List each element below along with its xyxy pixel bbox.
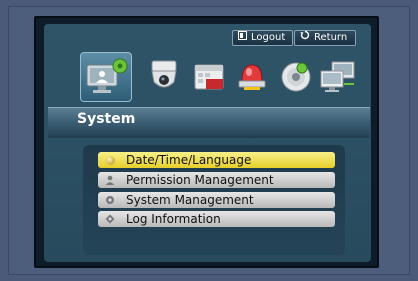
menu-item-date-time-language[interactable]: Date/Time/Language bbox=[98, 152, 335, 168]
return-label: Return bbox=[314, 32, 348, 43]
log-icon bbox=[102, 214, 118, 224]
menu-icon-row bbox=[80, 52, 360, 104]
user-icon bbox=[102, 175, 118, 185]
tab-disk[interactable] bbox=[276, 52, 316, 102]
disk-icon bbox=[281, 62, 311, 92]
logout-button[interactable]: Logout bbox=[232, 30, 293, 46]
gear-icon bbox=[102, 195, 118, 205]
globe-icon bbox=[102, 155, 118, 165]
record-icon bbox=[194, 64, 224, 90]
network-icon bbox=[320, 61, 355, 92]
menu-item-label: Date/Time/Language bbox=[126, 153, 252, 167]
tab-network[interactable] bbox=[316, 52, 360, 102]
tab-system[interactable] bbox=[80, 52, 132, 102]
return-icon bbox=[300, 30, 310, 46]
alarm-icon bbox=[238, 64, 266, 90]
logout-label: Logout bbox=[251, 32, 286, 43]
page-title: System bbox=[77, 111, 136, 127]
tab-alarm[interactable] bbox=[232, 52, 272, 102]
menu-item-log-information[interactable]: Log Information bbox=[98, 211, 335, 227]
tab-camera[interactable] bbox=[144, 52, 184, 102]
system-setup-icon bbox=[86, 58, 128, 93]
logout-icon bbox=[238, 30, 247, 46]
menu-item-permission-management[interactable]: Permission Management bbox=[98, 172, 335, 188]
tab-record[interactable] bbox=[190, 52, 230, 102]
menu-item-label: Permission Management bbox=[126, 173, 274, 187]
camera-icon bbox=[151, 60, 177, 88]
menu-item-system-management[interactable]: System Management bbox=[98, 192, 335, 208]
menu-item-label: System Management bbox=[126, 193, 254, 207]
return-button[interactable]: Return bbox=[294, 30, 356, 46]
menu-item-label: Log Information bbox=[126, 212, 221, 226]
